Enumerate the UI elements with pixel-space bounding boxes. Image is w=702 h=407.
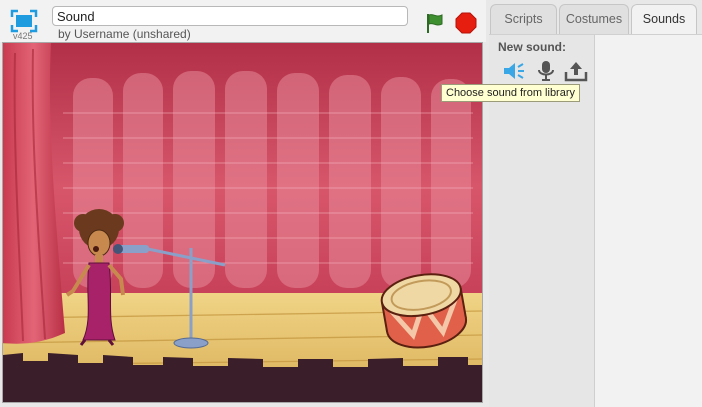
tooltip: Choose sound from library (441, 84, 581, 102)
green-flag-icon[interactable] (424, 12, 446, 34)
fullscreen-icon[interactable] (10, 9, 38, 33)
microphone-icon[interactable] (534, 60, 558, 82)
new-sound-label: New sound: (498, 40, 566, 54)
speaker-icon[interactable] (502, 60, 526, 82)
stage-canvas[interactable] (2, 42, 483, 403)
tab-costumes[interactable]: Costumes (559, 4, 629, 34)
tab-sounds[interactable]: Sounds (631, 4, 697, 36)
upload-icon[interactable] (564, 60, 588, 82)
sound-editor-area (596, 35, 702, 407)
stop-icon[interactable] (455, 12, 477, 34)
project-title-input[interactable] (52, 6, 408, 26)
version-label: v425 (13, 31, 33, 41)
tab-scripts[interactable]: Scripts (490, 4, 557, 34)
project-byline: by Username (unshared) (58, 27, 191, 41)
